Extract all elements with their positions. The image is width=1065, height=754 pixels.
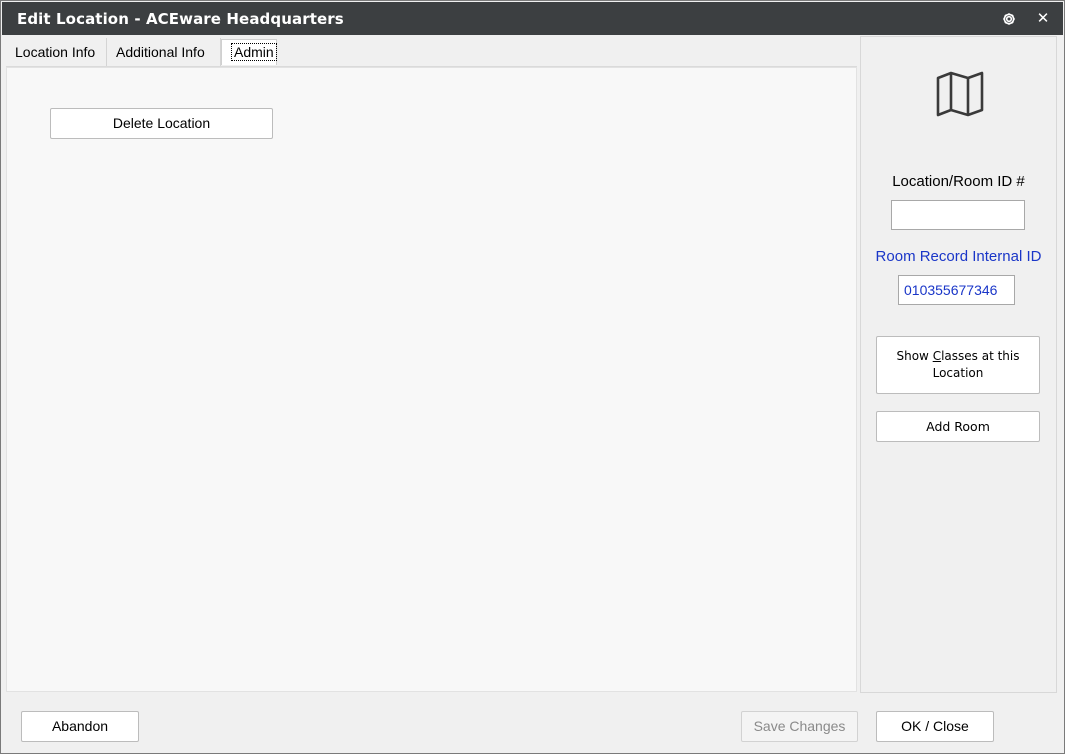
room-id-label: Location/Room ID #	[892, 173, 1025, 190]
title-bar[interactable]: Edit Location - ACEware Headquarters ✕	[2, 2, 1063, 35]
ok-close-button[interactable]: OK / Close	[876, 711, 994, 742]
room-id-field[interactable]	[891, 200, 1025, 230]
internal-id-field[interactable]: 010355677346	[898, 275, 1015, 305]
admin-tab-panel: Delete Location	[6, 67, 857, 692]
tab-admin-label: Admin	[231, 43, 277, 61]
tab-strip: Location Info Additional Info Admin	[6, 38, 857, 67]
close-icon[interactable]: ✕	[1034, 8, 1052, 28]
footer-bar: Abandon Save Changes OK / Close	[2, 694, 1063, 753]
internal-id-label: Room Record Internal ID	[875, 248, 1042, 265]
tab-location-info[interactable]: Location Info	[6, 38, 107, 66]
abandon-button[interactable]: Abandon	[21, 711, 139, 742]
map-icon	[934, 69, 986, 119]
side-panel: Location/Room ID # Room Record Internal …	[860, 36, 1057, 693]
tab-admin[interactable]: Admin	[221, 39, 277, 65]
show-classes-button[interactable]: Show Classes at this Location	[876, 336, 1040, 394]
save-changes-button[interactable]: Save Changes	[741, 711, 858, 742]
add-room-button[interactable]: Add Room	[876, 411, 1040, 442]
edit-location-dialog: Edit Location - ACEware Headquarters ✕ L…	[0, 0, 1065, 754]
window-title: Edit Location - ACEware Headquarters	[17, 10, 344, 28]
access-key: C	[932, 349, 942, 363]
tab-additional-info[interactable]: Additional Info	[107, 38, 221, 66]
show-classes-line2: Location	[932, 366, 984, 380]
show-classes-line1: Show Classes at this	[896, 349, 1020, 363]
gear-icon[interactable]	[1000, 10, 1018, 28]
delete-location-button[interactable]: Delete Location	[50, 108, 273, 139]
